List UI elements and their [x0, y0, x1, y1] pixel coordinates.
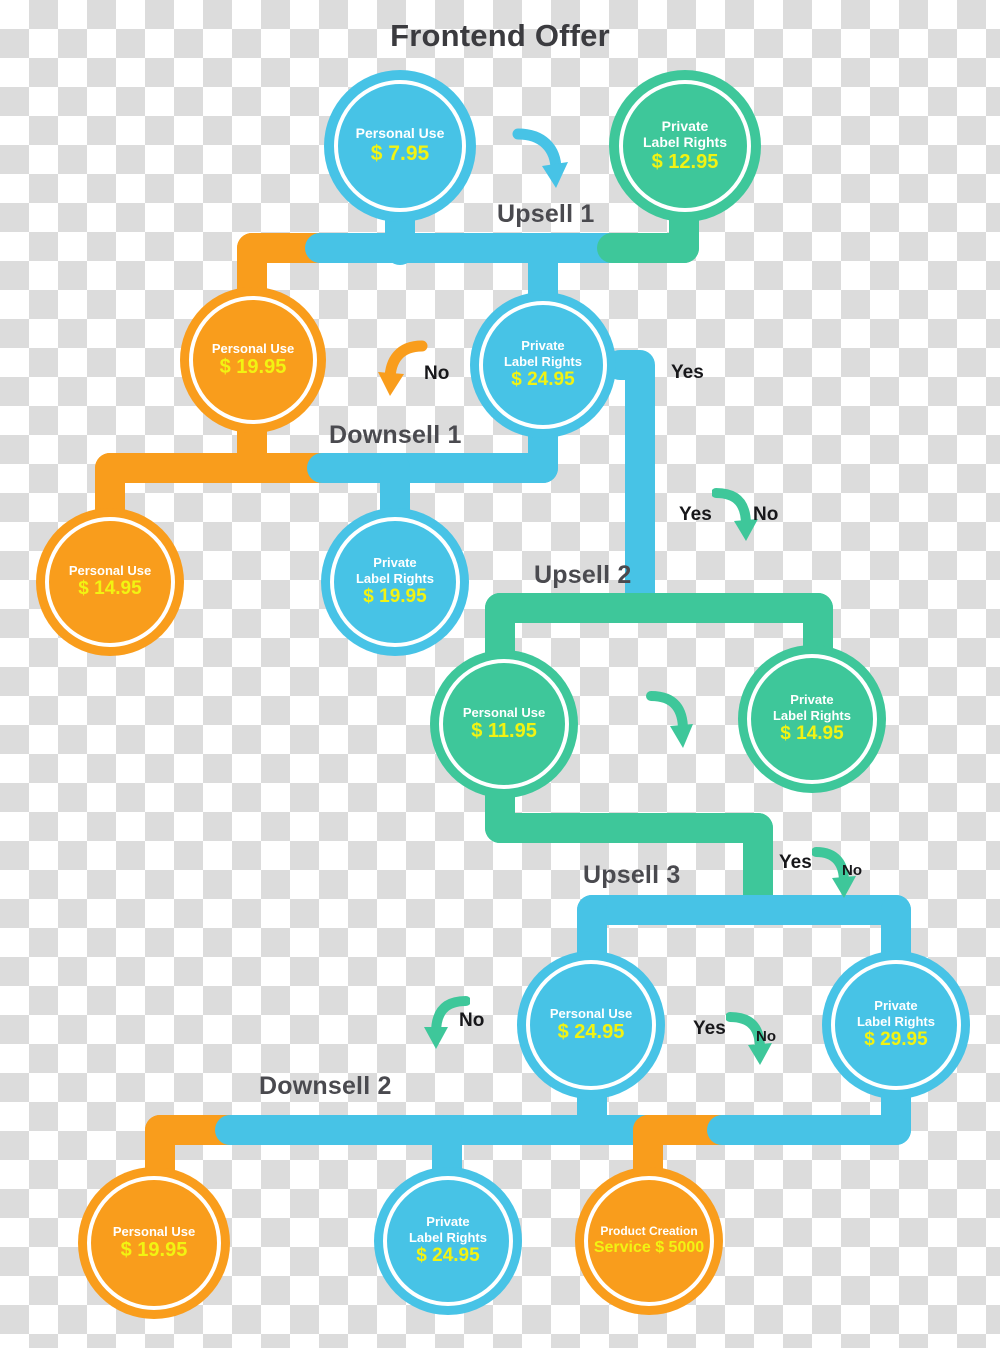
node-u2-plr[interactable]: Private Label Rights $ 14.95	[738, 645, 886, 793]
node-u1-plr[interactable]: Private Label Rights $ 24.95	[470, 292, 616, 438]
node-price: $ 24.95	[416, 1245, 480, 1267]
node-label: Personal Use	[549, 1005, 633, 1021]
decision-label-upsell2-no: No	[753, 504, 779, 525]
decision-label-upsell2-yes: Yes	[679, 504, 712, 525]
node-price: $ 14.95	[780, 723, 844, 745]
node-price: $ 11.95	[471, 719, 537, 742]
node-price: $ 19.95	[219, 355, 287, 378]
decision-label-upsell1-yes: Yes	[671, 362, 704, 383]
node-d1-plr[interactable]: Private Label Rights $ 19.95	[321, 508, 469, 656]
arrow-upsell2-decision	[712, 488, 758, 541]
funnel-diagram: Frontend Offer Upsell 1 Downsell 1 Upsel…	[0, 0, 1000, 1348]
decision-label-downsell2-yes: Yes	[693, 1018, 726, 1039]
node-u1-personal[interactable]: Personal Use $ 19.95	[180, 287, 326, 433]
node-u2-personal[interactable]: Personal Use $ 11.95	[430, 650, 578, 798]
node-label: Product Creation	[600, 1224, 698, 1239]
stage-label-downsell2: Downsell 2	[259, 1072, 392, 1100]
node-label: Private Label Rights	[355, 555, 434, 586]
node-price: $ 14.95	[78, 578, 142, 600]
node-price: $ 29.95	[864, 1029, 928, 1051]
node-price: $ 19.95	[120, 1238, 188, 1261]
node-price: $ 24.95	[511, 369, 575, 391]
node-fe-plr[interactable]: Private Label Rights $ 12.95	[609, 70, 761, 222]
node-d2-service[interactable]: Product Creation Service $ 5000	[575, 1167, 723, 1315]
decision-label-upsell1-no: No	[424, 363, 450, 384]
node-label: Private Label Rights	[856, 998, 935, 1029]
node-fe-personal[interactable]: Personal Use $ 7.95	[324, 70, 476, 222]
node-label: Personal Use	[68, 563, 152, 579]
decision-label-upsell3-yes: Yes	[779, 852, 812, 873]
stage-label-downsell1: Downsell 1	[329, 421, 462, 449]
node-d2-plr[interactable]: Private Label Rights $ 24.95	[374, 1167, 522, 1315]
node-label: Private Label Rights	[772, 692, 851, 723]
node-label: Personal Use	[211, 340, 295, 356]
node-label: Personal Use	[462, 704, 546, 720]
node-u3-personal[interactable]: Personal Use $ 24.95	[517, 951, 665, 1099]
stage-label-upsell2: Upsell 2	[534, 561, 632, 589]
node-label: Private Label Rights	[642, 117, 727, 151]
node-u3-plr[interactable]: Private Label Rights $ 29.95	[822, 951, 970, 1099]
node-d2-personal[interactable]: Personal Use $ 19.95	[78, 1167, 230, 1319]
node-price: $ 24.95	[557, 1020, 625, 1043]
arrow-upsell1-no	[378, 340, 428, 396]
decision-label-upsell3-no: No	[842, 862, 862, 879]
decision-label-downsell2-no: No	[459, 1010, 485, 1031]
arrow-upsell2-middle	[646, 691, 693, 748]
node-price: $ 7.95	[370, 141, 430, 165]
node-d1-personal[interactable]: Personal Use $ 14.95	[36, 508, 184, 656]
decision-label-downsell2-no2: No	[756, 1028, 776, 1045]
node-label: Personal Use	[112, 1223, 196, 1239]
arrow-frontend	[512, 128, 568, 188]
node-price: $ 12.95	[651, 150, 719, 173]
node-label: Private Label Rights	[503, 338, 582, 369]
node-price: Service $ 5000	[593, 1238, 705, 1256]
stage-label-upsell3: Upsell 3	[583, 861, 681, 889]
stage-label-upsell1: Upsell 1	[497, 200, 595, 228]
node-price: $ 19.95	[363, 586, 427, 608]
node-label: Private Label Rights	[408, 1214, 487, 1245]
node-label: Personal Use	[355, 125, 445, 142]
